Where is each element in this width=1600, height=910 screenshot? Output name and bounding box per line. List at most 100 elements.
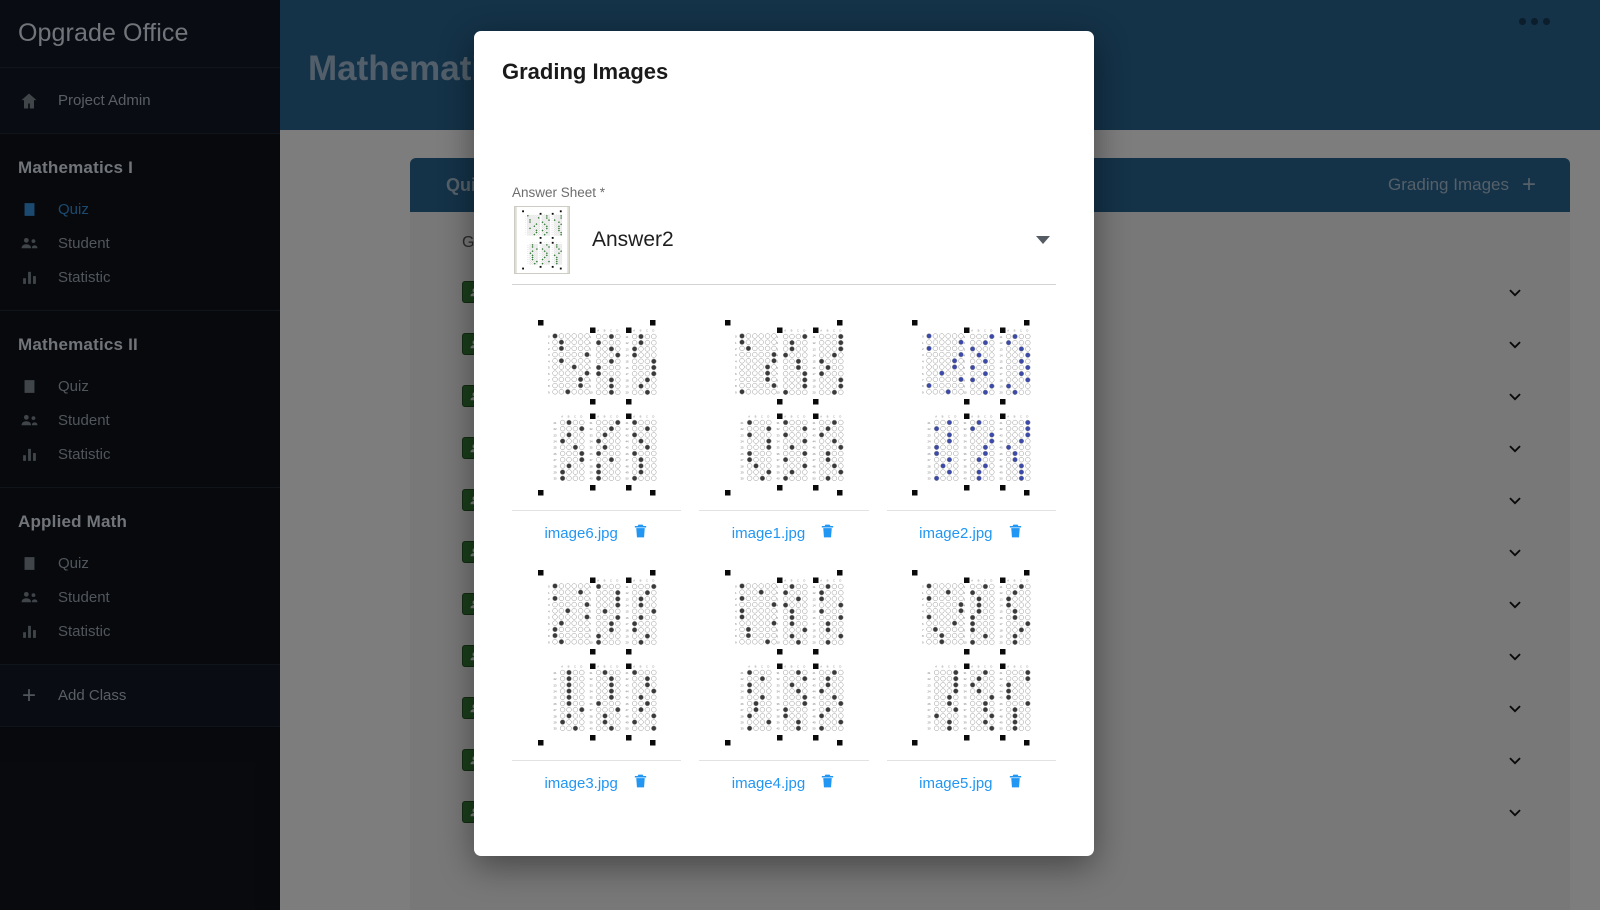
svg-text:43: 43 [812, 683, 816, 687]
grading-image-filename[interactable]: image3.jpg [544, 775, 617, 792]
svg-text:46: 46 [625, 701, 629, 705]
svg-text:32: 32 [964, 677, 968, 681]
svg-text:41: 41 [1000, 420, 1004, 424]
svg-text:41: 41 [625, 420, 629, 424]
svg-text:19: 19 [625, 634, 629, 638]
svg-text:A: A [597, 414, 599, 418]
svg-text:D: D [616, 328, 618, 332]
svg-text:C: C [610, 578, 612, 582]
svg-text:D: D [767, 664, 769, 668]
svg-text:13: 13 [625, 597, 629, 601]
svg-text:30: 30 [553, 726, 557, 730]
grading-image-filename[interactable]: image6.jpg [544, 525, 617, 542]
answer-sheet-thumbnail[interactable]: 0 1 2 3 4 5 6 7 8 9 A B C D 1 2 3 4 5 6 7 8 9 10 A B C D 11 12 13 14 15 1… [886, 559, 1056, 761]
svg-text:41: 41 [625, 670, 629, 674]
svg-text:32: 32 [776, 427, 780, 431]
svg-text:40: 40 [776, 476, 780, 480]
svg-text:A: A [820, 328, 822, 332]
svg-text:C: C [610, 664, 612, 668]
answer-sheet-thumbnail: 0 1 2 3 4 5 6 7 8 9 A B C D 1 2 3 4 5 6 7 8 9 10 A B C D 11 12 13 14 15 1… [514, 206, 570, 274]
svg-text:A: A [597, 664, 599, 668]
trash-icon[interactable] [819, 522, 836, 545]
svg-text:39: 39 [776, 470, 780, 474]
svg-text:34: 34 [589, 689, 593, 693]
svg-text:24: 24 [553, 439, 557, 443]
answer-sheet-select[interactable]: 0 1 2 3 4 5 6 7 8 9 A B C D 1 2 3 4 5 6 7 8 9 10 A B C D 11 12 13 14 15 1… [512, 200, 1056, 285]
svg-text:C: C [797, 328, 799, 332]
svg-text:27: 27 [740, 458, 744, 462]
grading-image-filename[interactable]: image2.jpg [919, 525, 992, 542]
svg-text:C: C [761, 664, 763, 668]
svg-text:48: 48 [625, 714, 629, 718]
svg-text:16: 16 [812, 365, 816, 369]
svg-text:48: 48 [812, 714, 816, 718]
svg-text:18: 18 [625, 378, 629, 382]
svg-text:17: 17 [812, 622, 816, 626]
svg-text:B: B [639, 328, 641, 332]
svg-text:21: 21 [553, 670, 557, 674]
svg-text:35: 35 [964, 695, 968, 699]
svg-text:31: 31 [776, 670, 780, 674]
svg-text:47: 47 [812, 708, 816, 712]
svg-text:B: B [567, 664, 569, 668]
svg-text:25: 25 [553, 445, 557, 449]
svg-text:17: 17 [812, 372, 816, 376]
answer-sheet-thumbnail[interactable]: 0 1 2 3 4 5 6 7 8 9 A B C D 1 2 3 4 5 6 7 8 9 10 A B C D 11 12 13 14 15 1… [699, 559, 869, 761]
svg-text:47: 47 [1000, 458, 1004, 462]
svg-text:14: 14 [1000, 603, 1004, 607]
svg-text:24: 24 [553, 689, 557, 693]
svg-text:D: D [616, 664, 618, 668]
svg-text:B: B [1014, 414, 1016, 418]
svg-text:D: D [1027, 414, 1029, 418]
trash-icon[interactable] [632, 772, 649, 795]
svg-text:C: C [610, 328, 612, 332]
svg-text:44: 44 [1000, 689, 1004, 693]
svg-text:29: 29 [553, 470, 557, 474]
trash-icon[interactable] [632, 522, 649, 545]
svg-text:29: 29 [928, 720, 932, 724]
svg-text:49: 49 [1000, 720, 1004, 724]
svg-text:21: 21 [928, 420, 932, 424]
svg-text:50: 50 [625, 476, 629, 480]
svg-text:18: 18 [812, 378, 816, 382]
svg-text:C: C [833, 328, 835, 332]
svg-text:27: 27 [553, 708, 557, 712]
svg-text:D: D [616, 578, 618, 582]
svg-text:26: 26 [553, 451, 557, 455]
svg-text:16: 16 [625, 615, 629, 619]
trash-icon[interactable] [1007, 522, 1024, 545]
svg-text:16: 16 [812, 615, 816, 619]
svg-text:C: C [761, 414, 763, 418]
svg-text:45: 45 [625, 445, 629, 449]
svg-text:47: 47 [812, 458, 816, 462]
svg-text:A: A [748, 664, 750, 668]
trash-icon[interactable] [1007, 772, 1024, 795]
grading-image-filename[interactable]: image1.jpg [732, 525, 805, 542]
answer-sheet-thumbnail[interactable]: 0 1 2 3 4 5 6 7 8 9 A B C D 1 2 3 4 5 6 7 8 9 10 A B C D 11 12 13 14 15 1… [512, 559, 682, 761]
answer-sheet-thumbnail[interactable]: 0 1 2 3 4 5 6 7 8 9 A B C D 1 2 3 4 5 6 7 8 9 10 A B C D 11 12 13 14 15 1… [512, 309, 682, 511]
trash-icon[interactable] [819, 772, 836, 795]
svg-text:C: C [984, 578, 986, 582]
svg-text:23: 23 [553, 683, 557, 687]
answer-sheet-thumbnail[interactable]: 0 1 2 3 4 5 6 7 8 9 A B C D 1 2 3 4 5 6 7 8 9 10 A B C D 11 12 13 14 15 1… [886, 309, 1056, 511]
svg-text:B: B [603, 664, 605, 668]
svg-text:25: 25 [740, 445, 744, 449]
svg-text:38: 38 [964, 714, 968, 718]
svg-text:45: 45 [1000, 695, 1004, 699]
svg-text:13: 13 [625, 347, 629, 351]
svg-text:D: D [991, 414, 993, 418]
svg-text:A: A [1008, 328, 1010, 332]
answer-sheet-thumbnail[interactable]: 0 1 2 3 4 5 6 7 8 9 A B C D 1 2 3 4 5 6 7 8 9 10 A B C D 11 12 13 14 15 1… [699, 309, 869, 511]
svg-text:28: 28 [553, 464, 557, 468]
svg-text:B: B [603, 578, 605, 582]
grading-image-filename[interactable]: image5.jpg [919, 775, 992, 792]
grading-image-filename[interactable]: image4.jpg [732, 775, 805, 792]
svg-text:22: 22 [928, 427, 932, 431]
svg-text:D: D [803, 578, 805, 582]
svg-text:A: A [561, 664, 563, 668]
svg-text:14: 14 [812, 353, 816, 357]
svg-text:15: 15 [625, 609, 629, 613]
app-root: Opgrade Office Project Admin Mathematics… [0, 0, 1600, 910]
svg-text:33: 33 [964, 433, 968, 437]
svg-text:10: 10 [964, 640, 968, 644]
